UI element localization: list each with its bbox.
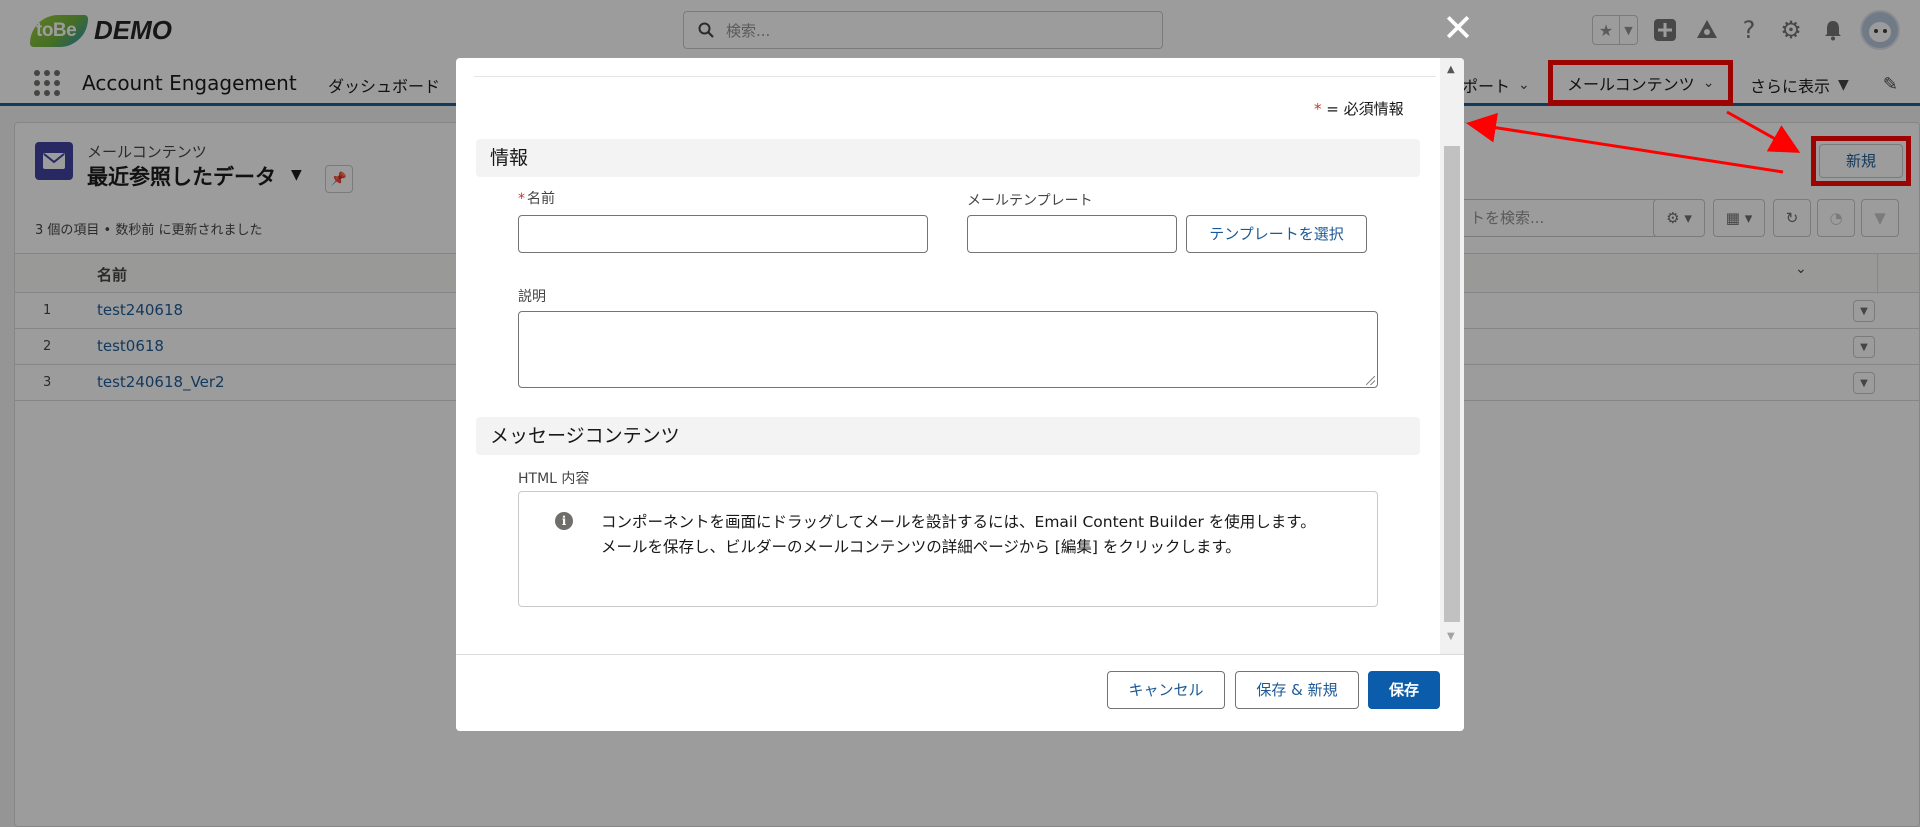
info-line-2: メールを保存し、ビルダーのメールコンテンツの詳細ページから [編集] をクリック… — [601, 538, 1241, 556]
html-content-label: HTML 内容 — [518, 471, 590, 487]
resize-handle-icon[interactable] — [1366, 376, 1375, 385]
select-template-button[interactable]: テンプレートを選択 — [1186, 215, 1367, 253]
modal-scrollbar[interactable]: ▲ ▼ — [1440, 58, 1464, 654]
name-input[interactable] — [518, 215, 928, 253]
cancel-button[interactable]: キャンセル — [1107, 671, 1225, 709]
modal-body: * = 必須情報 情報 * 名前 メールテンプレート テンプレートを選択 説明 メ… — [456, 58, 1440, 654]
name-label-text: 名前 — [527, 191, 555, 207]
info-icon: i — [555, 512, 573, 530]
scroll-up-arrow-icon[interactable]: ▲ — [1447, 64, 1455, 75]
required-info-note: * = 必須情報 — [1314, 98, 1404, 119]
section-info-header[interactable]: 情報 — [476, 139, 1420, 177]
required-star: * — [1314, 100, 1322, 118]
close-icon[interactable]: ✕ — [1440, 9, 1476, 47]
name-field-label: * 名前 — [518, 188, 555, 208]
section-message-header[interactable]: メッセージコンテンツ — [476, 417, 1420, 455]
description-field-label: 説明 — [518, 289, 546, 305]
scroll-thumb[interactable] — [1444, 146, 1460, 622]
save-button[interactable]: 保存 — [1368, 671, 1440, 709]
modal-footer: キャンセル 保存 & 新規 保存 — [456, 654, 1464, 731]
save-and-new-button[interactable]: 保存 & 新規 — [1235, 671, 1359, 709]
html-content-info-box: i コンポーネントを画面にドラッグしてメールを設計するには、Email Cont… — [518, 491, 1378, 607]
scroll-down-arrow-icon[interactable]: ▼ — [1447, 631, 1455, 642]
description-textarea[interactable] — [518, 311, 1378, 388]
divider — [474, 76, 1436, 77]
new-email-content-modal: * = 必須情報 情報 * 名前 メールテンプレート テンプレートを選択 説明 メ… — [456, 58, 1464, 731]
required-note-text: = 必須情報 — [1321, 100, 1404, 118]
info-text: コンポーネントを画面にドラッグしてメールを設計するには、Email Conten… — [601, 510, 1341, 560]
info-line-1: コンポーネントを画面にドラッグしてメールを設計するには、Email Conten… — [601, 513, 1316, 531]
required-star: * — [518, 191, 525, 207]
email-template-input[interactable] — [967, 215, 1177, 253]
template-field-label: メールテンプレート — [967, 193, 1093, 209]
